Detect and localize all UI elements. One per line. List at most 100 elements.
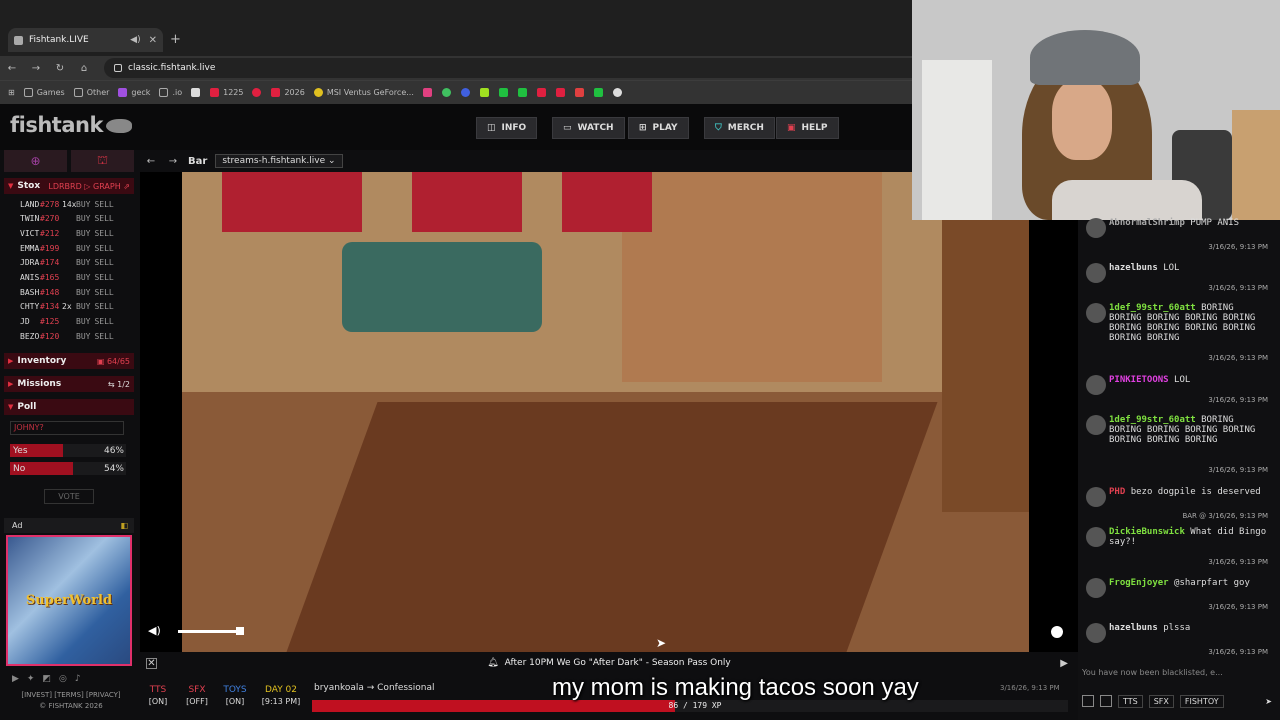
stox-sell-button[interactable]: SELL [94, 229, 113, 238]
close-tab-icon[interactable]: ✕ [149, 35, 157, 46]
nav-merch-button[interactable]: ⛉ MERCH [704, 117, 775, 139]
nav-info-button[interactable]: ◫ INFO [476, 117, 538, 139]
sfx-toggle[interactable]: SFX [OFF] [180, 684, 214, 708]
bookmark-icon-4[interactable] [441, 88, 455, 97]
sidebar-tab-store[interactable]: ⛫ [71, 150, 134, 172]
stox-buy-button[interactable]: BUY [76, 288, 90, 297]
ad-image[interactable]: SuperWorld [6, 535, 132, 666]
stox-sell-button[interactable]: SELL [94, 302, 113, 311]
inventory-header[interactable]: ▶ Inventory ▣ 64/65 [4, 353, 134, 369]
bookmark-other[interactable]: Other [73, 88, 109, 97]
stox-buy-button[interactable]: BUY [76, 229, 90, 238]
bookmark-icon-12[interactable] [593, 88, 607, 97]
stox-sell-button[interactable]: SELL [94, 214, 113, 223]
volume-slider[interactable] [178, 630, 242, 633]
bookmark-icon-3[interactable] [422, 88, 436, 97]
bookmark-icon-1[interactable] [191, 88, 204, 97]
chat-username[interactable]: FrogEnjoyer [1109, 578, 1169, 588]
bookmark-msi[interactable]: MSI Ventus GeForce... [313, 88, 414, 97]
stox-header[interactable]: ▼ Stox LDRBRD ▷ GRAPH ⇗ [4, 178, 134, 194]
stream-select[interactable]: streams-h.fishtank.live ⌄ [215, 154, 343, 168]
chat-username[interactable]: hazelbuns [1109, 623, 1158, 633]
chat-username[interactable]: 1def_99str_60att [1109, 303, 1196, 313]
send-icon[interactable]: ➤ [1265, 697, 1272, 706]
bookmark-icon-11[interactable] [574, 88, 588, 97]
bookmark-2026[interactable]: 2026 [271, 88, 305, 97]
apps-icon[interactable]: ⊞ [8, 88, 15, 97]
stox-actions[interactable]: LDRBRD ▷ GRAPH ⇗ [48, 182, 134, 191]
bookmark-1225[interactable]: 1225 [210, 88, 243, 97]
nav-help-button[interactable]: ▣ HELP [776, 117, 839, 139]
poll-option-yes[interactable]: Yes 46% [10, 444, 126, 457]
twitter-icon[interactable]: ✦ [27, 674, 35, 684]
stox-sell-button[interactable]: SELL [94, 200, 113, 209]
bookmark-games[interactable]: Games [23, 88, 65, 97]
close-icon[interactable]: ✕ [146, 657, 157, 669]
url-field[interactable]: classic.fishtank.live [104, 58, 912, 78]
stox-buy-button[interactable]: BUY [76, 258, 90, 267]
user-avatar[interactable] [1086, 375, 1106, 395]
stox-buy-button[interactable]: BUY [76, 332, 90, 341]
user-avatar[interactable] [1086, 415, 1106, 435]
volume-knob[interactable] [236, 627, 244, 635]
new-tab-icon[interactable]: + [170, 32, 181, 47]
stox-buy-button[interactable]: BUY [76, 273, 90, 282]
stox-sell-button[interactable]: SELL [94, 244, 113, 253]
stox-buy-button[interactable]: BUY [76, 244, 90, 253]
stox-buy-button[interactable]: BUY [76, 302, 90, 311]
user-avatar[interactable] [1086, 263, 1106, 283]
poll-option-no[interactable]: No 54% [10, 462, 126, 475]
instagram-icon[interactable]: ◎ [59, 674, 67, 684]
sidebar-tab-game[interactable]: ⊕ [4, 150, 67, 172]
stox-buy-button[interactable]: BUY [76, 200, 90, 209]
stox-sell-button[interactable]: SELL [94, 288, 113, 297]
chat-input[interactable]: You have now been blacklisted, e... [1082, 668, 1270, 682]
bookmark-geck[interactable]: geck [118, 88, 150, 97]
bookmark-icon-6[interactable] [479, 88, 493, 97]
nav-watch-button[interactable]: ▭ WATCH [552, 117, 625, 139]
reload-icon[interactable]: ↻ [48, 63, 72, 74]
home-icon[interactable]: ⌂ [72, 63, 96, 74]
emote-icon[interactable] [1082, 695, 1094, 707]
chat-sfx-button[interactable]: SFX [1148, 694, 1174, 708]
browser-tab[interactable]: Fishtank.LIVE ◀) ✕ [8, 28, 163, 52]
stox-buy-button[interactable]: BUY [76, 317, 90, 326]
forward-icon[interactable]: → [24, 63, 48, 74]
user-avatar[interactable] [1086, 578, 1106, 598]
chat-username[interactable]: AbnormalShrimp [1109, 218, 1185, 228]
user-avatar[interactable] [1086, 623, 1106, 643]
user-avatar[interactable] [1086, 487, 1106, 507]
bookmark-io[interactable]: .io [159, 88, 182, 97]
volume-icon[interactable]: ◀) [148, 624, 161, 637]
back-icon[interactable]: ← [0, 63, 24, 74]
bookmark-icon-7[interactable] [498, 88, 512, 97]
chat-fishtoy-button[interactable]: FISHTOY [1179, 694, 1224, 708]
bookmark-icon-8[interactable] [517, 88, 531, 97]
chat-username[interactable]: PINKIETOONS [1109, 375, 1169, 385]
speaker-icon[interactable]: ◀) [130, 35, 140, 45]
tiktok-icon[interactable]: ♪ [75, 674, 81, 684]
poll-header[interactable]: ▼ Poll [4, 399, 134, 415]
fishtank-logo[interactable]: fishtank [10, 113, 132, 137]
next-room-icon[interactable]: → [162, 156, 184, 167]
nav-play-button[interactable]: ⊞ PLAY [628, 117, 689, 139]
stox-sell-button[interactable]: SELL [94, 317, 113, 326]
stox-sell-button[interactable]: SELL [94, 273, 113, 282]
chat-tts-button[interactable]: TTS [1118, 694, 1143, 708]
chevron-right-icon[interactable]: ▶ [1060, 658, 1068, 669]
toys-toggle[interactable]: TOYS [ON] [220, 684, 250, 708]
tts-toggle[interactable]: TTS [ON] [146, 684, 170, 708]
site-info-icon[interactable] [114, 64, 122, 72]
stox-buy-button[interactable]: BUY [76, 214, 90, 223]
vote-button[interactable]: VOTE [44, 489, 94, 504]
chat-username[interactable]: PHD [1109, 487, 1125, 497]
live-indicator[interactable] [1051, 626, 1063, 638]
chat-username[interactable]: hazelbuns [1109, 263, 1158, 273]
bookmark-icon-10[interactable] [555, 88, 569, 97]
user-avatar[interactable] [1086, 527, 1106, 547]
bookmark-icon-2[interactable] [252, 88, 265, 97]
bookmark-icon-9[interactable] [536, 88, 550, 97]
stox-sell-button[interactable]: SELL [94, 332, 113, 341]
user-avatar[interactable] [1086, 303, 1106, 323]
prev-room-icon[interactable]: ← [140, 156, 162, 167]
